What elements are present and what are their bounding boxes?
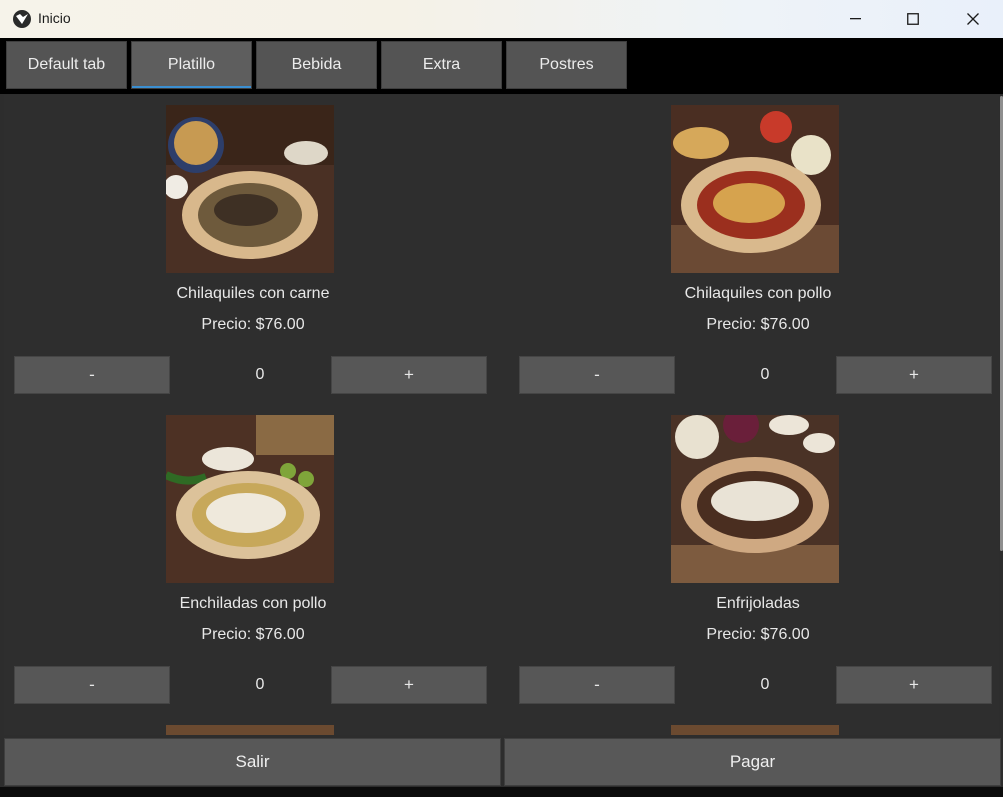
menu-item-card: Chilaquiles con pollo Precio: $76.00 - 0… [519, 105, 997, 405]
menu-item-card: Chilaquiles con carne Precio: $76.00 - 0… [14, 105, 492, 405]
increase-button[interactable]: + [331, 666, 487, 704]
menu-item-card: Enfrijoladas Precio: $76.00 - 0 + [519, 415, 997, 715]
dish-name: Enfrijoladas [716, 595, 800, 612]
minimize-icon [849, 18, 861, 20]
minimize-button[interactable] [826, 0, 884, 38]
dish-price: Precio: $76.00 [201, 626, 305, 643]
quantity-value: 0 [255, 676, 265, 693]
increase-button[interactable]: + [331, 356, 487, 394]
kivy-app-icon [13, 10, 31, 28]
decrease-button[interactable]: - [14, 356, 170, 394]
increase-button[interactable]: + [836, 356, 992, 394]
decrease-button[interactable]: - [519, 666, 675, 704]
dish-name: Chilaquiles con carne [176, 285, 330, 302]
app-window: Inicio Default tab Platillo Bebida Extra… [0, 0, 1003, 787]
dish-price: Precio: $76.00 [706, 626, 810, 643]
dish-photo [166, 415, 334, 583]
menu-scroll-area[interactable]: Chilaquiles con carne Precio: $76.00 - 0… [4, 95, 999, 735]
quantity-value: 0 [255, 366, 265, 383]
tab-platillo[interactable]: Platillo [131, 41, 252, 89]
close-button[interactable] [944, 0, 1002, 38]
close-icon [967, 13, 979, 25]
tab-default[interactable]: Default tab [6, 41, 127, 89]
dish-name: Chilaquiles con pollo [684, 285, 832, 302]
dish-photo [671, 105, 839, 273]
background-console [0, 787, 1003, 797]
menu-item-card: Enchiladas con pollo Precio: $76.00 - 0 … [14, 415, 492, 715]
decrease-button[interactable]: - [519, 356, 675, 394]
tab-postres[interactable]: Postres [506, 41, 627, 89]
quantity-value: 0 [760, 366, 770, 383]
pay-button[interactable]: Pagar [504, 738, 1001, 786]
dish-photo-partial [166, 725, 334, 735]
dish-price: Precio: $76.00 [706, 316, 810, 333]
tab-bebida[interactable]: Bebida [256, 41, 377, 89]
title-bar[interactable]: Inicio [0, 0, 1003, 38]
dish-photo [166, 105, 334, 273]
dish-photo [671, 415, 839, 583]
increase-button[interactable]: + [836, 666, 992, 704]
dish-name: Enchiladas con pollo [179, 595, 327, 612]
decrease-button[interactable]: - [14, 666, 170, 704]
dish-price: Precio: $76.00 [201, 316, 305, 333]
exit-button[interactable]: Salir [4, 738, 501, 786]
quantity-value: 0 [760, 676, 770, 693]
maximize-button[interactable] [884, 0, 942, 38]
tab-extra[interactable]: Extra [381, 41, 502, 89]
maximize-icon [907, 13, 919, 25]
window-title: Inicio [38, 10, 71, 26]
tab-bar: Default tab Platillo Bebida Extra Postre… [0, 38, 1003, 94]
dish-photo-partial [671, 725, 839, 735]
